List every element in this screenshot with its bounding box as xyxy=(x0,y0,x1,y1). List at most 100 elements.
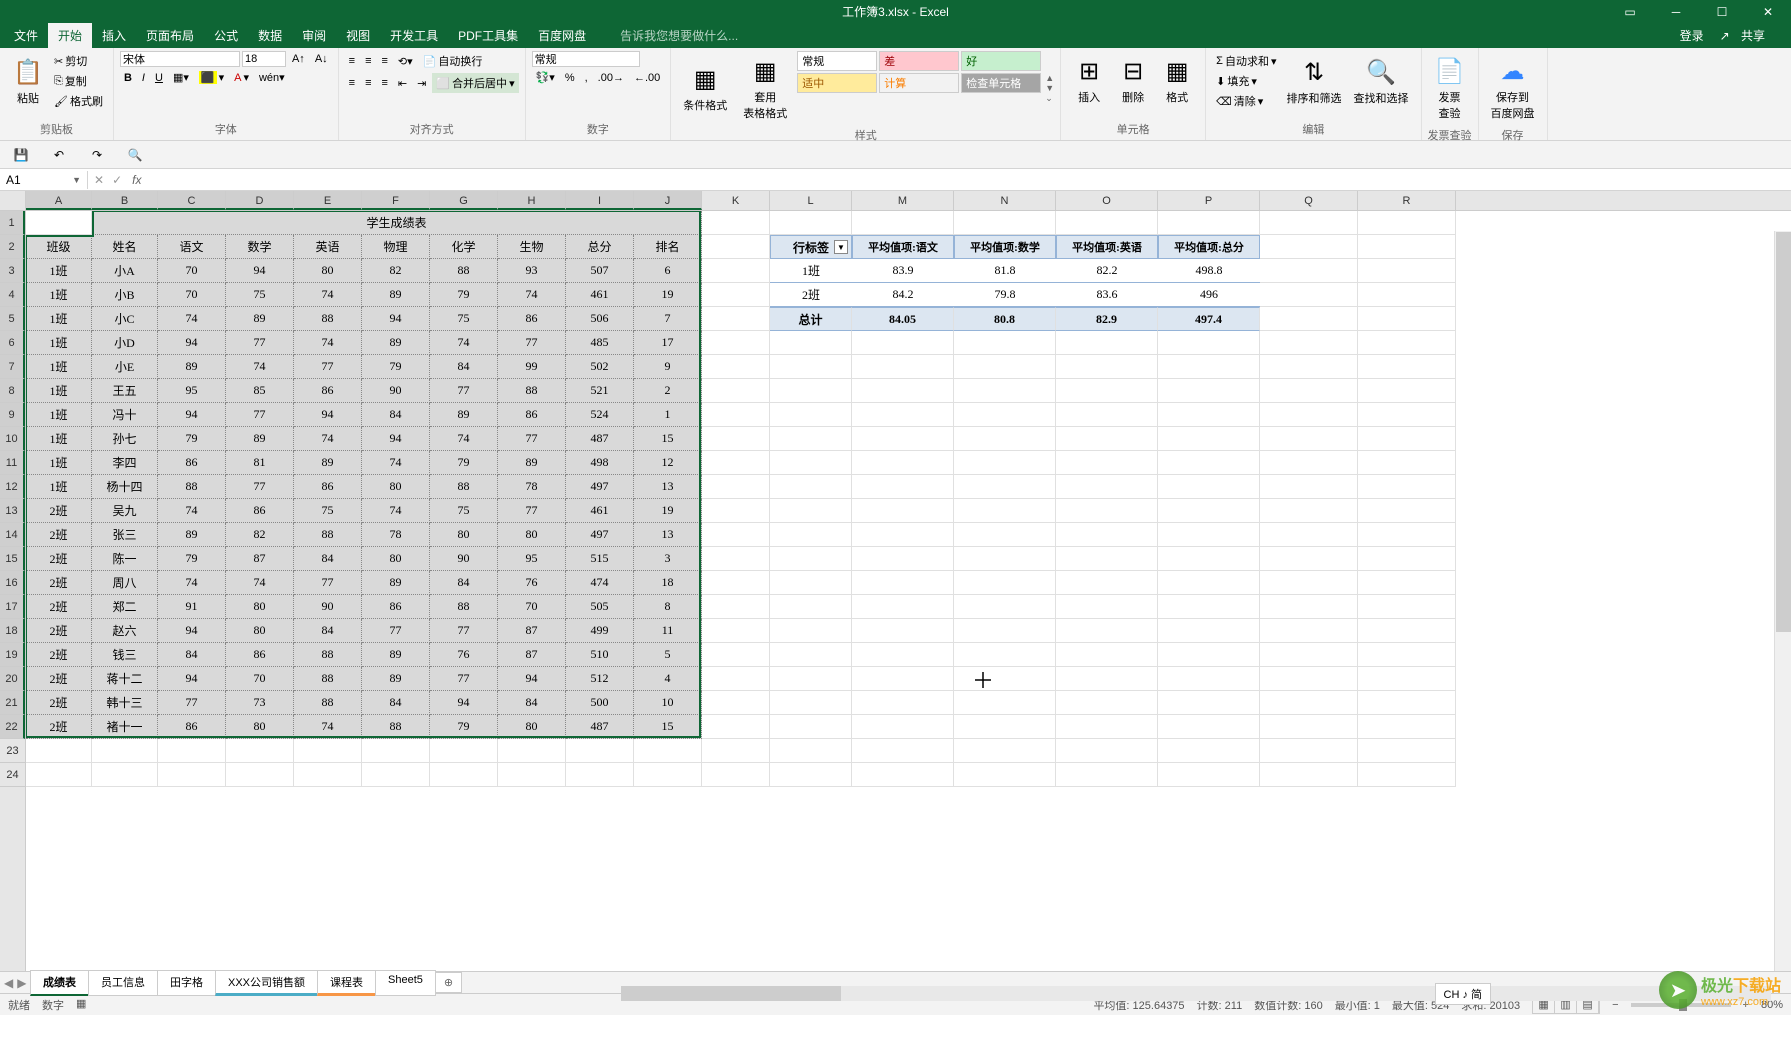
cell-I23[interactable] xyxy=(566,739,634,763)
cell-Q23[interactable] xyxy=(1260,739,1358,763)
cell-G21[interactable]: 94 xyxy=(430,691,498,715)
cell-N5[interactable]: 80.8 xyxy=(954,307,1056,331)
cell-K22[interactable] xyxy=(702,715,770,739)
cell-Q2[interactable] xyxy=(1260,235,1358,259)
cell-I17[interactable]: 505 xyxy=(566,595,634,619)
cell-N15[interactable] xyxy=(954,547,1056,571)
format-cells-button[interactable]: ▦格式 xyxy=(1155,51,1199,109)
cell-B22[interactable]: 褚十一 xyxy=(92,715,158,739)
cell-A24[interactable] xyxy=(26,763,92,787)
cell-M7[interactable] xyxy=(852,355,954,379)
cell-F9[interactable]: 84 xyxy=(362,403,430,427)
minimize-button[interactable]: ─ xyxy=(1653,0,1699,23)
cell-M11[interactable] xyxy=(852,451,954,475)
tab-nav-prev[interactable]: ◀ xyxy=(4,976,13,990)
cell-J14[interactable]: 13 xyxy=(634,523,702,547)
cell-Q24[interactable] xyxy=(1260,763,1358,787)
cell-K9[interactable] xyxy=(702,403,770,427)
cell-H22[interactable]: 80 xyxy=(498,715,566,739)
cell-H17[interactable]: 70 xyxy=(498,595,566,619)
cell-J3[interactable]: 6 xyxy=(634,259,702,283)
cell-H3[interactable]: 93 xyxy=(498,259,566,283)
align-right-button[interactable]: ≡ xyxy=(378,75,392,91)
col-header-A[interactable]: A xyxy=(26,191,92,210)
cell-F20[interactable]: 89 xyxy=(362,667,430,691)
align-bottom-button[interactable]: ≡ xyxy=(378,53,392,69)
row-header-18[interactable]: 18 xyxy=(0,619,25,643)
cell-P22[interactable] xyxy=(1158,715,1260,739)
cell-O5[interactable]: 82.9 xyxy=(1056,307,1158,331)
cell-K17[interactable] xyxy=(702,595,770,619)
cell-E19[interactable]: 88 xyxy=(294,643,362,667)
cell-A2[interactable]: 班级 xyxy=(26,235,92,259)
sort-filter-button[interactable]: ⇅排序和筛选 xyxy=(1281,51,1348,111)
cell-J15[interactable]: 3 xyxy=(634,547,702,571)
currency-button[interactable]: 💱▾ xyxy=(532,69,559,86)
cell-H13[interactable]: 77 xyxy=(498,499,566,523)
cell-P3[interactable]: 498.8 xyxy=(1158,259,1260,283)
cell-N24[interactable] xyxy=(954,763,1056,787)
cell-F4[interactable]: 89 xyxy=(362,283,430,307)
row-header-11[interactable]: 11 xyxy=(0,451,25,475)
cell-O3[interactable]: 82.2 xyxy=(1056,259,1158,283)
cell-O16[interactable] xyxy=(1056,571,1158,595)
cell-P6[interactable] xyxy=(1158,331,1260,355)
cell-C4[interactable]: 70 xyxy=(158,283,226,307)
cell-E16[interactable]: 77 xyxy=(294,571,362,595)
cell-E14[interactable]: 88 xyxy=(294,523,362,547)
cell-Q1[interactable] xyxy=(1260,211,1358,235)
cell-R23[interactable] xyxy=(1358,739,1456,763)
cell-J5[interactable]: 7 xyxy=(634,307,702,331)
pivot-filter-dropdown[interactable]: ▼ xyxy=(834,240,848,254)
cell-K20[interactable] xyxy=(702,667,770,691)
col-header-O[interactable]: O xyxy=(1056,191,1158,210)
align-left-button[interactable]: ≡ xyxy=(345,75,359,91)
cell-R15[interactable] xyxy=(1358,547,1456,571)
cell-P19[interactable] xyxy=(1158,643,1260,667)
style-normal[interactable]: 常规 xyxy=(797,51,877,71)
cell-I16[interactable]: 474 xyxy=(566,571,634,595)
cell-C18[interactable]: 94 xyxy=(158,619,226,643)
col-header-I[interactable]: I xyxy=(566,191,634,210)
cell-P5[interactable]: 497.4 xyxy=(1158,307,1260,331)
cell-G16[interactable]: 84 xyxy=(430,571,498,595)
cell-N16[interactable] xyxy=(954,571,1056,595)
cell-H6[interactable]: 77 xyxy=(498,331,566,355)
row-header-19[interactable]: 19 xyxy=(0,643,25,667)
row-header-17[interactable]: 17 xyxy=(0,595,25,619)
sheet-tab-3[interactable]: XXX公司销售额 xyxy=(215,970,318,996)
cell-C8[interactable]: 95 xyxy=(158,379,226,403)
fapiao-button[interactable]: 📄发票 查验 xyxy=(1428,51,1472,125)
cell-Q3[interactable] xyxy=(1260,259,1358,283)
cell-Q21[interactable] xyxy=(1260,691,1358,715)
cell-R19[interactable] xyxy=(1358,643,1456,667)
add-sheet-button[interactable]: ⊕ xyxy=(435,972,462,993)
style-calc[interactable]: 计算 xyxy=(879,73,959,93)
cell-N17[interactable] xyxy=(954,595,1056,619)
cell-K3[interactable] xyxy=(702,259,770,283)
cell-H18[interactable]: 87 xyxy=(498,619,566,643)
cell-I21[interactable]: 500 xyxy=(566,691,634,715)
cell-B3[interactable]: 小A xyxy=(92,259,158,283)
cell-F13[interactable]: 74 xyxy=(362,499,430,523)
row-header-21[interactable]: 21 xyxy=(0,691,25,715)
cell-K14[interactable] xyxy=(702,523,770,547)
cell-G14[interactable]: 80 xyxy=(430,523,498,547)
cell-E3[interactable]: 80 xyxy=(294,259,362,283)
cell-I5[interactable]: 506 xyxy=(566,307,634,331)
cell-B2[interactable]: 姓名 xyxy=(92,235,158,259)
col-header-G[interactable]: G xyxy=(430,191,498,210)
cell-Q7[interactable] xyxy=(1260,355,1358,379)
cell-R17[interactable] xyxy=(1358,595,1456,619)
menu-视图[interactable]: 视图 xyxy=(336,23,380,48)
menu-PDF工具集[interactable]: PDF工具集 xyxy=(448,23,528,48)
cell-Q22[interactable] xyxy=(1260,715,1358,739)
cell-F16[interactable]: 89 xyxy=(362,571,430,595)
row-header-9[interactable]: 9 xyxy=(0,403,25,427)
cell-K11[interactable] xyxy=(702,451,770,475)
cell-H16[interactable]: 76 xyxy=(498,571,566,595)
cell-A6[interactable]: 1班 xyxy=(26,331,92,355)
cell-H4[interactable]: 74 xyxy=(498,283,566,307)
cell-O22[interactable] xyxy=(1056,715,1158,739)
cell-F19[interactable]: 89 xyxy=(362,643,430,667)
